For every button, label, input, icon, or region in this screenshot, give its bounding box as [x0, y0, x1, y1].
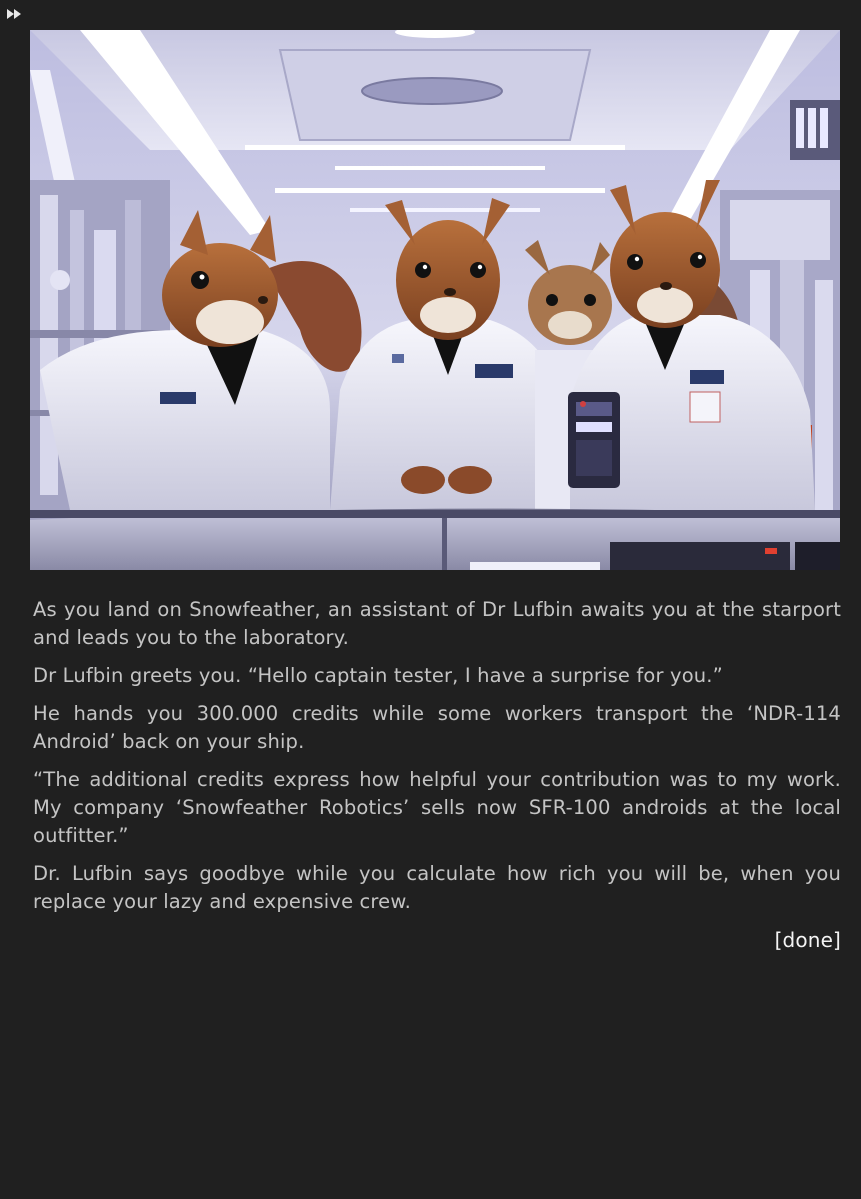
fast-forward-icon	[7, 9, 21, 19]
fast-forward-button[interactable]	[5, 6, 25, 22]
done-link[interactable]: [done]	[775, 928, 841, 952]
story-paragraph: As you land on Snowfeather, an assistant…	[33, 598, 841, 649]
laboratory-illustration	[30, 30, 840, 570]
story-text: As you land on Snowfeather, an assistant…	[33, 596, 841, 955]
scene-image	[30, 30, 840, 570]
story-paragraph: Dr. Lufbin says goodbye while you calcul…	[33, 862, 841, 913]
story-paragraph: Dr Lufbin greets you. “Hello captain tes…	[33, 664, 723, 687]
story-paragraph: He hands you 300.000 credits while some …	[33, 702, 841, 753]
done-row: [done]	[33, 926, 841, 955]
story-paragraph: “The additional credits express how help…	[33, 768, 841, 847]
